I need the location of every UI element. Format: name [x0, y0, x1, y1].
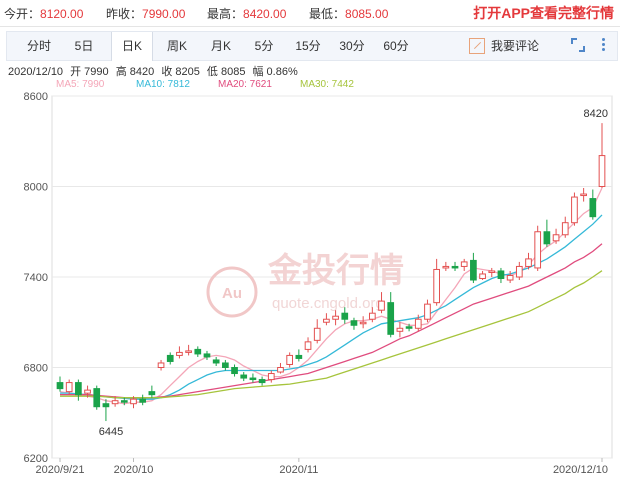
candle-body-up	[368, 312, 376, 320]
watermark-text-en: quote.cngold.org	[272, 295, 384, 312]
candle-body-up	[176, 351, 183, 356]
candle-body-down	[497, 270, 505, 280]
candle-body-up	[552, 234, 560, 242]
candle-body-down	[102, 403, 110, 408]
candle-body-up	[580, 193, 587, 197]
candle-body-up	[571, 196, 578, 224]
candle-body-down	[451, 265, 459, 269]
candle-body-up	[277, 367, 284, 373]
candle-body-up	[479, 273, 486, 280]
watermark-logo: Au	[222, 285, 242, 302]
y-tick-label: 6800	[24, 363, 48, 375]
candle-body-up	[185, 350, 192, 353]
candle-body-down	[212, 359, 220, 364]
candle-body-down	[387, 302, 395, 335]
candle-body-up	[157, 362, 165, 369]
watermark-text-cn: 金投行情	[267, 251, 404, 291]
candle-body-down	[470, 259, 477, 281]
candle-body-up	[267, 373, 275, 381]
candle-body-down	[543, 231, 551, 245]
x-tick-label: 2020/10	[114, 464, 154, 476]
candle-body-up	[313, 327, 321, 341]
low-annotation: 6445	[99, 426, 123, 438]
candle-body-down	[93, 388, 101, 408]
candle-body-down	[56, 382, 64, 390]
candle-body-up	[506, 274, 514, 281]
candle-body-down	[120, 400, 128, 403]
candle-body-down	[405, 326, 413, 329]
candle-body-up	[424, 303, 431, 320]
candle-body-up	[433, 268, 440, 304]
candle-body-up	[534, 231, 542, 269]
candle-body-down	[75, 382, 82, 396]
y-tick-label: 8600	[24, 91, 48, 103]
candle-body-up	[525, 258, 532, 267]
candle-body-up	[561, 222, 569, 236]
candle-body-up	[396, 327, 404, 332]
candle-body-up	[460, 261, 468, 267]
candle-body-up	[378, 300, 385, 311]
candle-body-down	[295, 354, 303, 359]
candle-body-down	[148, 391, 156, 396]
candle-body-down	[222, 362, 229, 369]
candle-body-up	[111, 400, 119, 405]
candle-body-up	[323, 318, 330, 323]
candle-body-up	[515, 265, 523, 278]
candle-body-down	[589, 198, 597, 218]
candle-body-down	[231, 367, 238, 375]
candle-body-down	[194, 348, 202, 355]
candle-body-down	[249, 377, 257, 381]
candle-body-down	[240, 374, 248, 379]
x-tick-label: 2020/11	[279, 464, 318, 476]
candle-body-up	[332, 315, 339, 320]
candle-body-up	[359, 321, 367, 325]
x-tick-label: 2020/12/10	[553, 464, 608, 476]
candle-body-up	[84, 389, 91, 394]
candle-body-down	[350, 320, 358, 326]
candlestick-chart: 620068007400800086002020/9/21 2020/10 2020…	[24, 91, 613, 476]
candle-body-up	[130, 398, 137, 405]
candle-body-down	[341, 312, 349, 320]
candle-body-up	[65, 382, 73, 393]
candle-body-up	[286, 354, 294, 365]
candle-body-up	[598, 155, 606, 187]
candle-body-down	[139, 398, 147, 403]
candle-body-up	[304, 341, 312, 350]
y-tick-label: 7400	[24, 272, 48, 284]
candle-body-down	[203, 353, 211, 358]
y-tick-label: 8000	[24, 182, 48, 194]
candle-body-up	[442, 265, 450, 269]
candle-body-down	[258, 379, 266, 384]
high-annotation: 8420	[584, 108, 608, 120]
candle-body-down	[166, 354, 174, 362]
x-tick-label: 2020/9/21	[36, 464, 85, 476]
candle-body-up	[488, 270, 496, 273]
candle-body-up	[414, 318, 422, 329]
